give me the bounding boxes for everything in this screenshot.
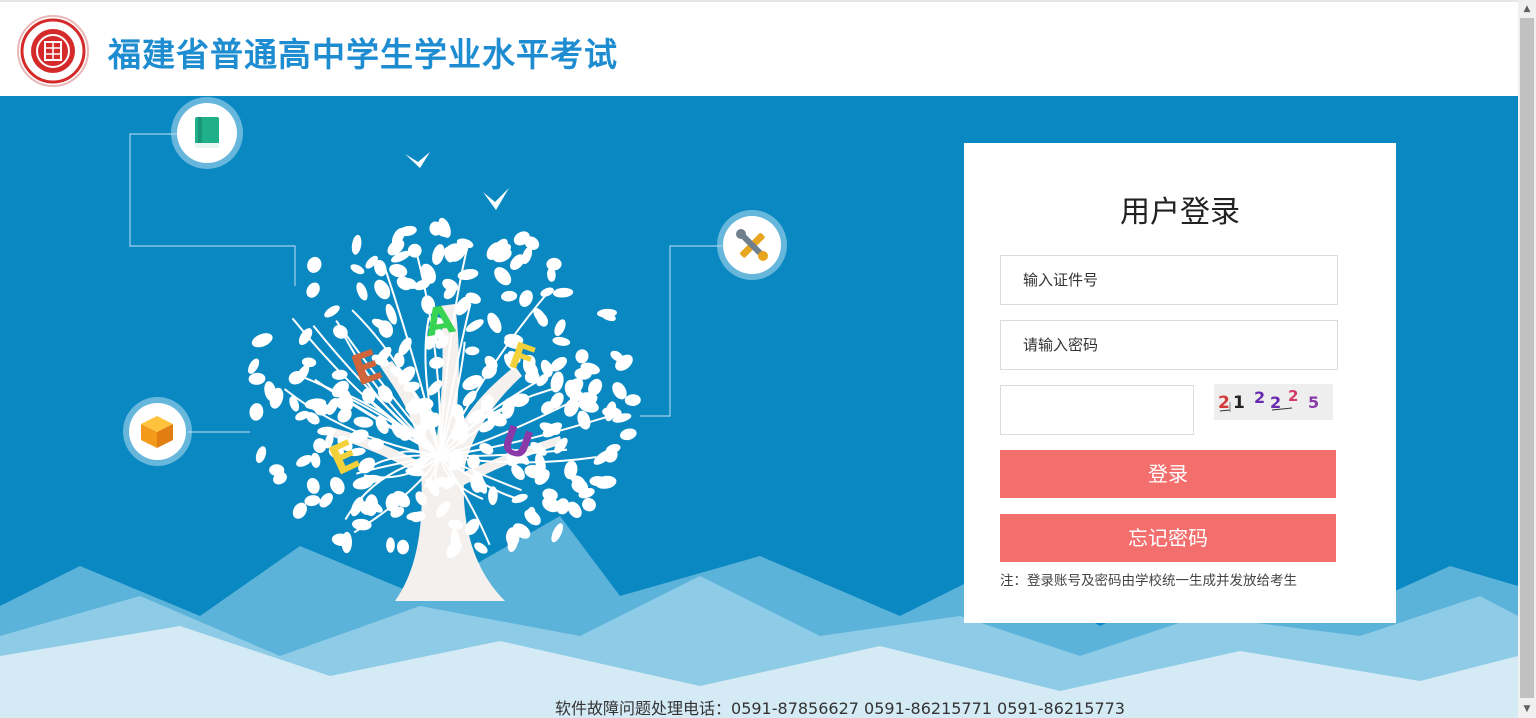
tree-leaf [350,264,365,275]
tree-leaf [298,328,313,346]
tree-leaf [519,290,533,307]
bird-1 [405,152,430,168]
school-seal-icon [17,15,89,87]
site-header: 福建省普通高中学生学业水平考试 [0,0,1518,96]
book-icon [177,103,237,163]
login-page: 福建省普通高中学生学业水平考试 A E F E U 用户登录 输入证件号 2 1… [0,0,1536,718]
tree-leaf [552,287,574,298]
tree-leaf [552,336,571,346]
tree-leaf [255,446,267,464]
tree-leaf [386,537,395,553]
tree-leaf [306,477,320,494]
svg-text:2: 2 [1254,388,1265,407]
tools-icon [723,216,781,274]
support-phone-text: 软件故障问题处理电话：0591-87856627 0591-86215771 0… [555,699,1125,718]
svg-text:2: 2 [1288,387,1298,405]
cube-icon [129,403,186,460]
tree-leaf [554,319,566,336]
login-title: 用户登录 [1120,195,1240,230]
tree-leaf [352,518,372,531]
site-title: 福建省普通高中学生学业水平考试 [108,35,618,74]
scroll-thumb[interactable] [1520,18,1534,698]
tree-leaf [465,346,480,356]
id-number-input[interactable] [1000,255,1338,305]
login-note: 注：登录账号及密码由学校统一生成并发放给考生 [1000,573,1297,589]
tree-leaf [351,234,362,255]
tree-leaf [353,416,374,428]
forgot-password-button[interactable]: 忘记密码 [1000,514,1336,562]
tree-leaf [407,243,422,258]
tree-leaf [396,539,410,555]
captcha-input[interactable] [1000,385,1194,435]
password-input[interactable] [1000,320,1338,370]
tree-leaf [546,257,562,271]
tree-leaf [575,349,589,364]
login-button[interactable]: 登录 [1000,450,1336,498]
svg-text:5: 5 [1308,393,1319,412]
tree-leaf [248,372,266,385]
tree-leaf [289,396,300,412]
tree-leaf [619,428,637,441]
login-panel: 用户登录 2 1 2 2 2 5 登录 忘记密码 注：登录账号及密码由学校统一生… [964,143,1396,623]
tree-leaf [324,305,340,318]
tree-leaf [487,312,502,334]
tree-leaf [251,333,273,348]
tree-leaf [501,290,518,302]
tree-leaf [249,403,264,421]
scroll-down-icon[interactable]: ▼ [1518,700,1536,718]
tree-leaf [248,358,260,374]
tree-leaf [304,495,321,507]
captcha-image[interactable]: 2 1 2 2 2 5 [1214,384,1333,420]
tree-leaf [474,542,488,554]
tree-leaf [356,282,368,301]
bird-2 [483,188,509,210]
tree-leaf [307,256,322,273]
tree-leaf [389,264,408,278]
tree-leaf [306,282,320,298]
scroll-up-icon[interactable]: ▲ [1518,0,1536,18]
tree-leaf [310,452,321,468]
letter-a: A [421,297,458,346]
svg-text:1: 1 [1233,393,1245,413]
tree-leaf [624,394,641,407]
tree-leaf [333,324,348,339]
vertical-scrollbar[interactable]: ▲ ▼ [1518,0,1536,718]
